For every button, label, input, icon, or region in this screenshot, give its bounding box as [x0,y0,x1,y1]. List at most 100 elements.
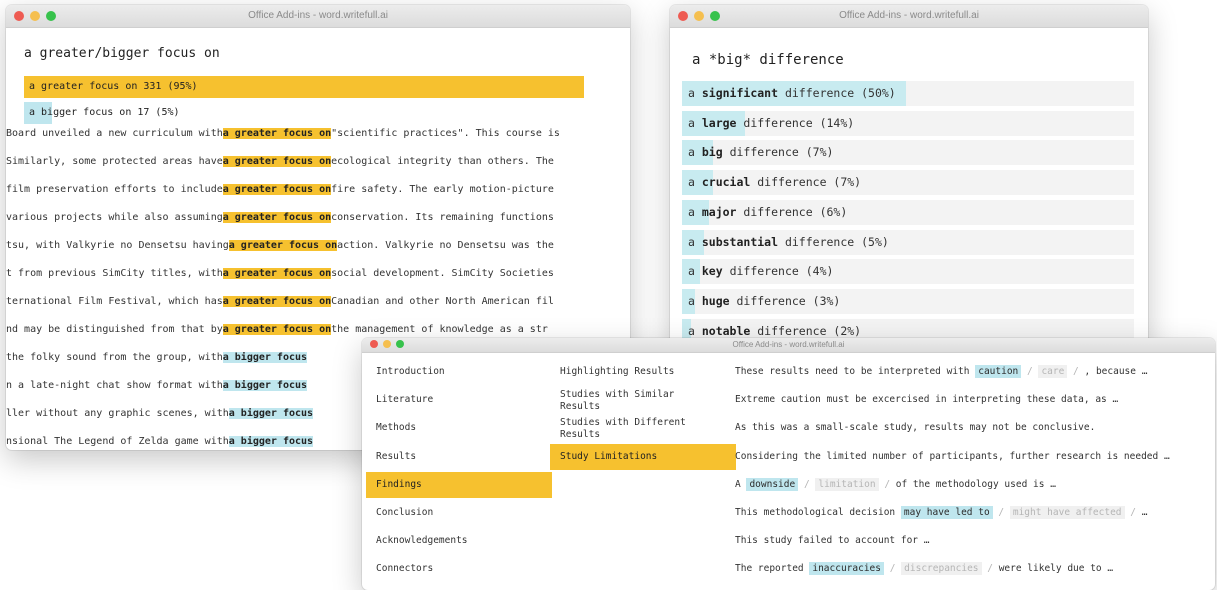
phrase-option-selected[interactable]: caution [975,365,1022,378]
title-bar[interactable]: Office Add-ins - word.writefull.ai [670,5,1148,28]
phrase-suffix: difference (7%) [722,145,834,160]
section-item[interactable]: Methods [366,415,552,441]
phrase-text: These results need to be interpreted wit… [735,366,976,377]
highlighted-phrase: a greater focus on [228,240,338,251]
section-item[interactable]: Conclusion [366,500,552,526]
synonym-row[interactable]: a big difference (7%) [682,140,1134,166]
example-sentence[interactable]: ternational Film Festival, which hasa gr… [6,294,630,310]
synonym-label: a substantial difference (5%) [682,235,889,249]
synonym-word: huge [701,293,730,308]
close-icon[interactable] [14,11,24,21]
phrase-item[interactable]: This methodological decision may have le… [735,503,1205,523]
sentence-prefix: the folky sound from the group, with [6,352,223,363]
minimize-icon[interactable] [694,11,704,21]
sentence-prefix: ternational Film Festival, which has [6,296,223,307]
highlighted-phrase: a greater focus on [222,128,332,139]
option-separator: / [992,507,1010,518]
synonym-word: notable [701,323,751,338]
option-separator: / [798,478,816,490]
phrase-item[interactable]: Considering the limited number of partic… [735,447,1205,467]
phrase-option-selected[interactable]: may have led to [900,506,993,519]
sentence-suffix: Canadian and other North American fil [331,296,554,307]
subsection-item[interactable]: Studies with Different Results [550,415,710,443]
title-bar[interactable]: Office Add-ins - word.writefull.ai [6,5,630,28]
example-sentence[interactable]: tsu, with Valkyrie no Densetsu havinga g… [6,238,630,254]
sentence-prefix: film preservation efforts to include [6,184,223,195]
phrase-option-selected[interactable]: downside [746,477,799,491]
synonym-row[interactable]: a substantial difference (5%) [682,229,1134,255]
synonym-row[interactable]: a large difference (14%) [682,110,1134,136]
phrase-prefix: a [688,204,702,219]
example-sentence[interactable]: Board unveiled a new curriculum witha gr… [6,126,630,142]
sentence-suffix: ecological integrity than others. The [331,156,554,167]
minimize-icon[interactable] [383,340,391,348]
highlighted-phrase: a greater focus on [222,268,332,279]
maximize-icon[interactable] [396,340,404,348]
sentence-prefix: nd may be distinguished from that by [6,324,223,335]
maximize-icon[interactable] [710,11,720,21]
synonym-row[interactable]: a huge difference (3%) [682,288,1134,314]
phrase-item[interactable]: This study failed to account for … [735,531,1205,551]
suggestion-greater-focus[interactable]: a greater focus on 331 (95%) [24,76,584,98]
phrase-option-alternative[interactable]: might have affected [1009,506,1125,519]
phrase-option-alternative[interactable]: care [1038,365,1068,378]
subsection-item[interactable]: Highlighting Results [550,359,736,385]
synonym-label: a large difference (14%) [682,116,854,130]
maximize-icon[interactable] [46,11,56,21]
close-icon[interactable] [370,340,378,348]
synonym-label: a notable difference (2%) [682,324,861,338]
highlighted-phrase: a bigger focus [228,408,314,419]
phrase-text: Considering the limited number of partic… [735,450,1170,462]
phrase-option-alternative[interactable]: discrepancies [901,562,982,576]
example-sentence[interactable]: film preservation efforts to includea gr… [6,182,630,198]
section-item[interactable]: Literature [366,387,552,413]
example-sentence[interactable]: nd may be distinguished from that bya gr… [6,322,630,338]
section-item[interactable]: Findings [366,471,552,498]
phrase-option-selected[interactable]: inaccuracies [809,562,884,576]
sentence-palette-window: Office Add-ins - word.writefull.ai Intro… [362,338,1215,590]
phrase-suffix: difference (4%) [722,264,834,279]
example-sentence[interactable]: various projects while also assuminga gr… [6,210,630,226]
section-item[interactable]: Introduction [366,359,552,385]
example-sentence[interactable]: Similarly, some protected areas havea gr… [6,154,630,170]
search-query[interactable]: a greater/bigger focus on [24,46,220,61]
phrase-suffix: difference (50%) [778,86,896,100]
section-item[interactable]: Results [366,444,552,470]
example-sentence[interactable]: t from previous SimCity titles, witha gr… [6,266,630,282]
section-item[interactable]: Connectors [366,556,552,582]
phrase-suffix: difference (3%) [729,293,841,308]
section-item[interactable]: Acknowledgements [366,528,552,554]
search-query[interactable]: a *big* difference [692,52,844,68]
phrase-item[interactable]: These results need to be interpreted wit… [735,362,1205,382]
suggestion-label: a bigger focus on 17 (5%) [29,107,180,118]
title-bar[interactable]: Office Add-ins - word.writefull.ai [362,338,1215,353]
close-icon[interactable] [678,11,688,21]
synonym-row[interactable]: a key difference (4%) [682,259,1134,285]
sentence-prefix: various projects while also assuming [6,212,223,223]
subsection-item[interactable]: Studies with Similar Results [550,387,710,415]
phrase-option-alternative[interactable]: limitation [815,477,879,491]
minimize-icon[interactable] [30,11,40,21]
phrase-item[interactable]: A downside / limitation / of the methodo… [735,475,1205,495]
phrase-text: … [1141,507,1148,518]
phrase-item[interactable]: Extreme caution must be excercised in in… [735,390,1205,410]
synonym-row[interactable]: a major difference (6%) [682,199,1134,225]
phrase-text: A [735,478,747,490]
subsection-item[interactable]: Study Limitations [550,443,736,470]
synonym-word: large [701,115,737,130]
suggestion-label: a greater focus on 331 (95%) [29,81,198,92]
highlighted-phrase: a greater focus on [222,212,332,223]
phrase-prefix: a [688,86,702,100]
option-separator: / [1124,507,1142,518]
phrase-item[interactable]: As this was a small-scale study, results… [735,418,1205,438]
suggestion-bigger-focus[interactable]: a bigger focus on 17 (5%) [24,102,180,124]
synonym-row[interactable]: a significant difference (50%) [682,81,1134,106]
option-separator: / [1021,366,1039,377]
phrase-item[interactable]: The reported inaccuracies / discrepancie… [735,559,1205,579]
phrase-text: This methodological decision [735,507,901,518]
phrase-prefix: a [688,175,702,190]
sentence-suffix: the management of knowledge as a str [331,324,548,335]
highlighted-phrase: a bigger focus [228,436,314,447]
synonym-row[interactable]: a crucial difference (7%) [682,170,1134,196]
synonym-window: Office Add-ins - word.writefull.ai a *bi… [670,5,1148,350]
